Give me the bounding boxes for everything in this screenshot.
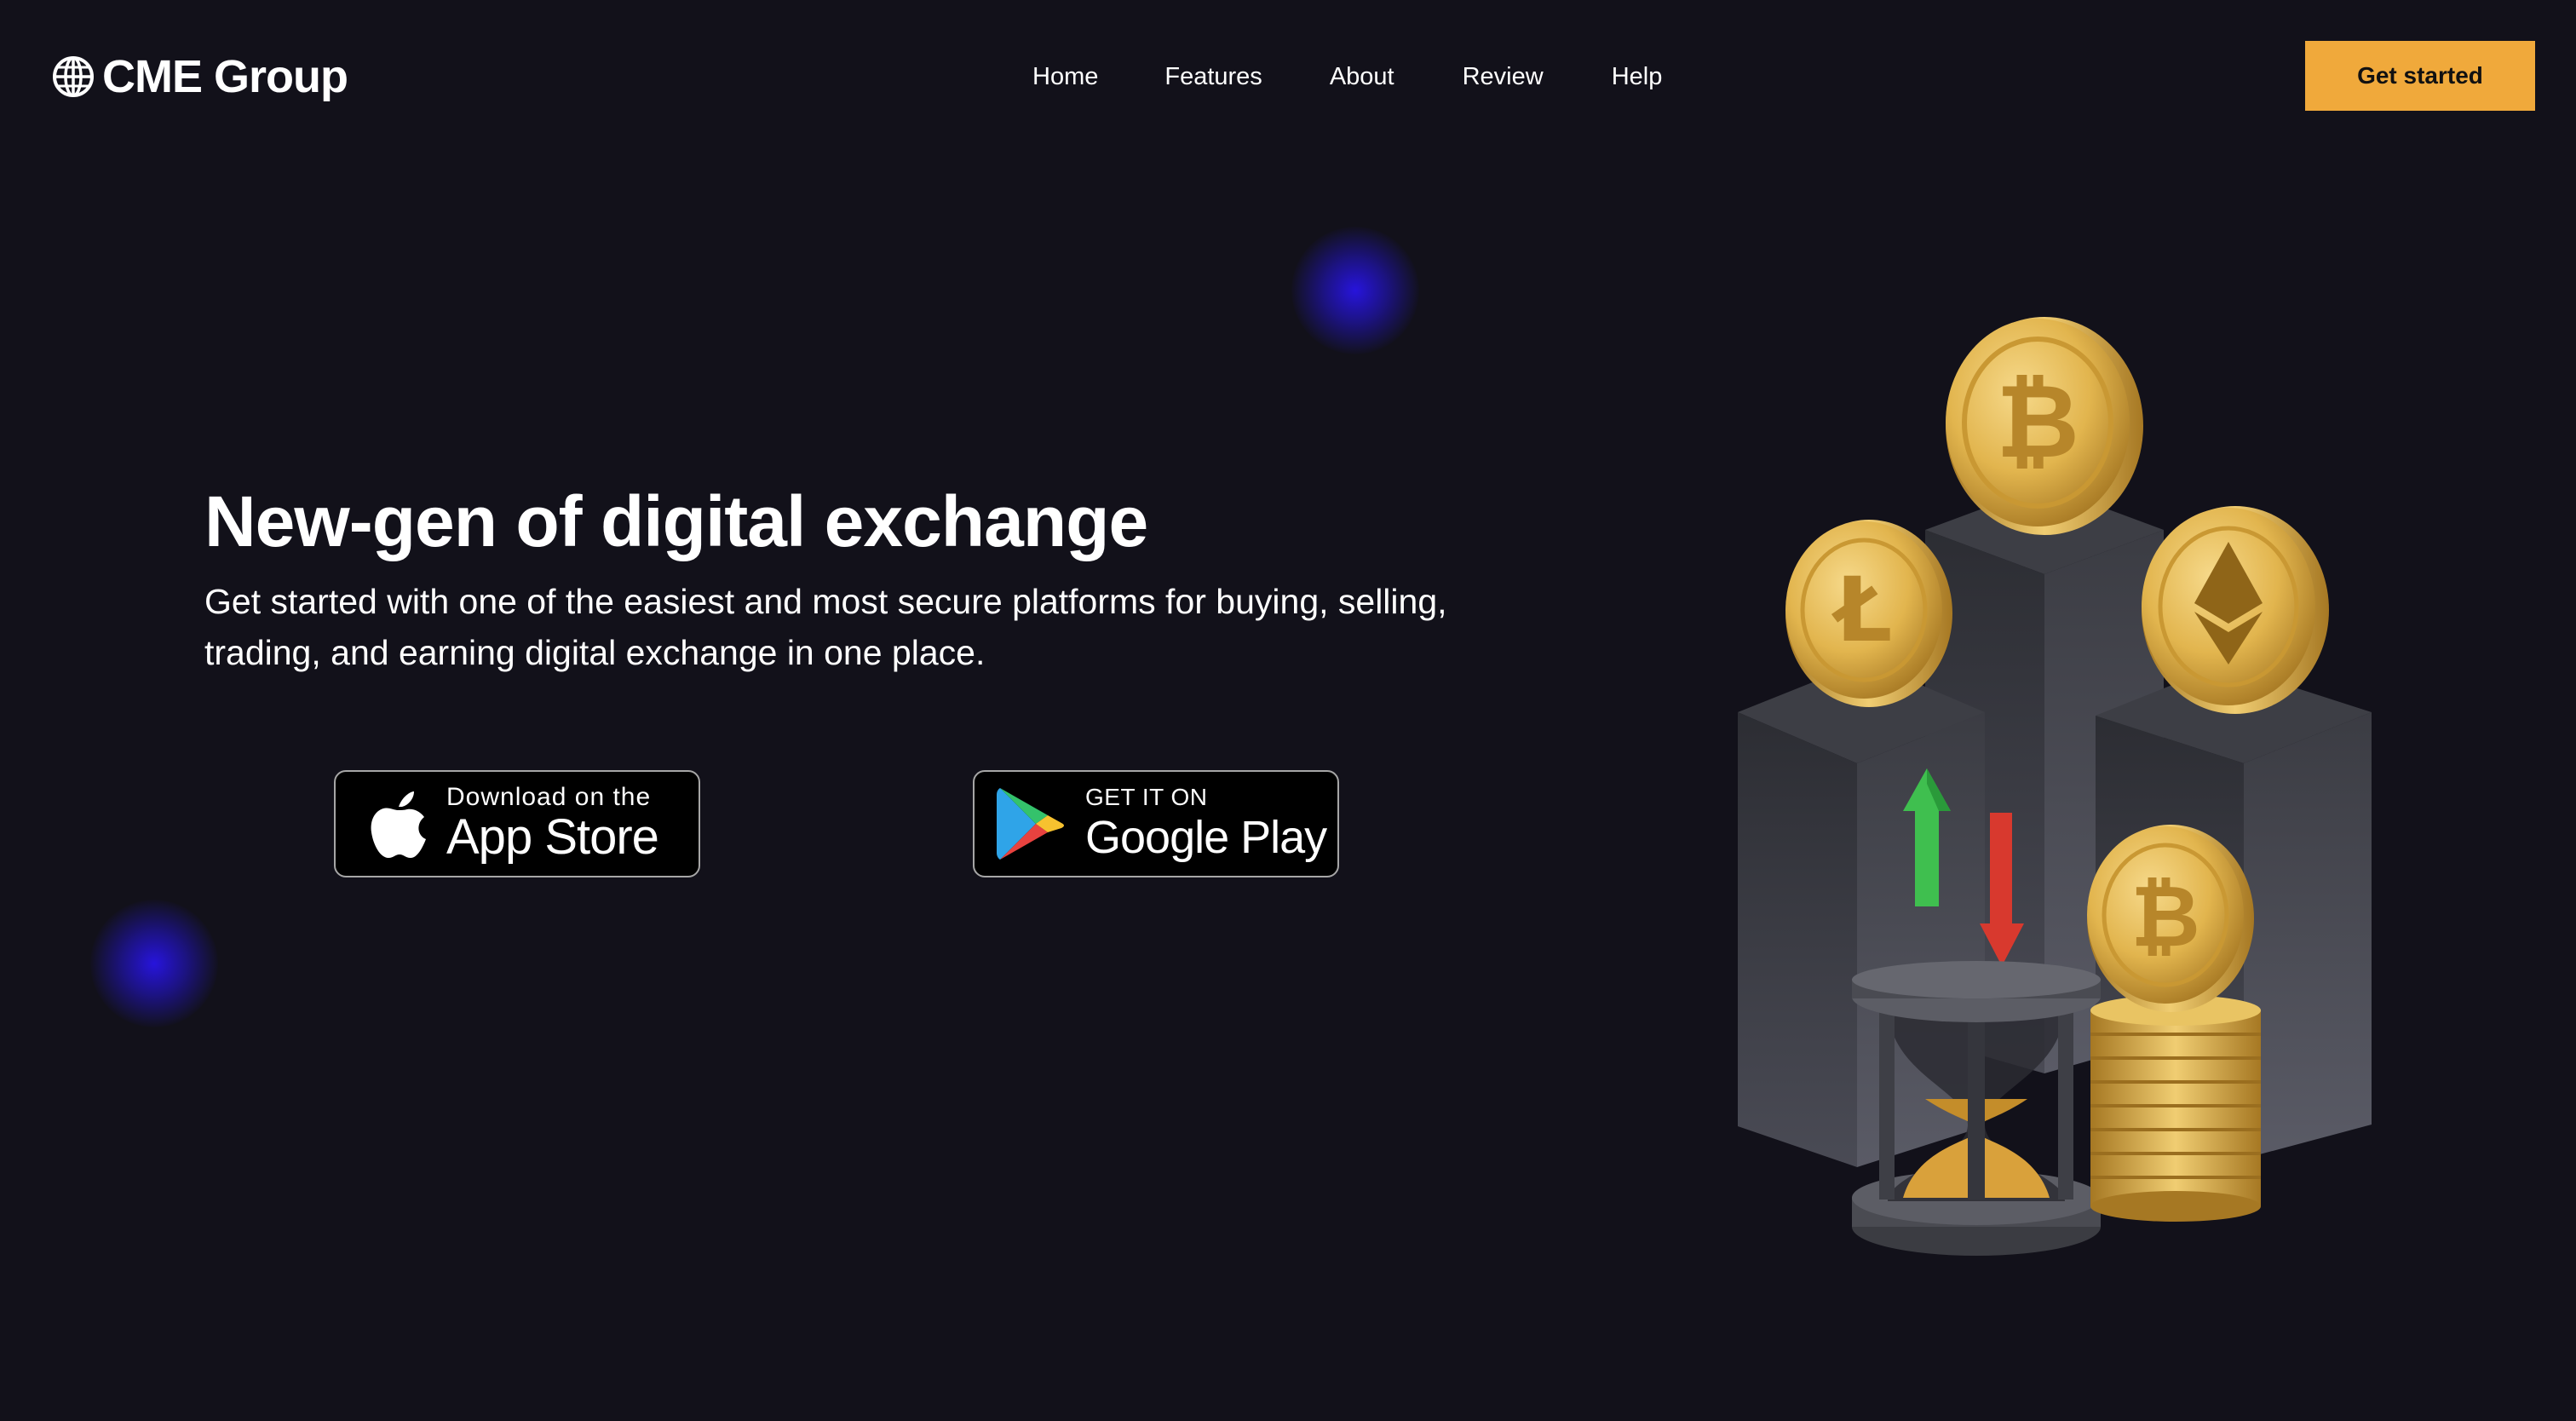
google-play-text: GET IT ON Google Play	[1085, 784, 1327, 864]
bitcoin-coin-icon: ₿	[1946, 317, 2143, 535]
bitcoin-coin-icon: ₿	[2087, 825, 2254, 1012]
hero-subtitle: Get started with one of the easiest and …	[204, 582, 1447, 672]
logo-text: CME Group	[102, 51, 348, 102]
app-store-text: Download on the App Store	[446, 783, 659, 865]
coin-stack-icon	[2090, 995, 2261, 1222]
ethereum-coin-icon	[2142, 506, 2329, 714]
hero-title: New-gen of digital exchange	[204, 481, 1148, 561]
svg-text:₿: ₿	[1996, 363, 2079, 481]
globe-icon	[53, 56, 94, 97]
blue-glow-decoration	[1291, 227, 1419, 354]
main-nav: Home Features About Review Help	[1032, 58, 1662, 95]
nav-item-help[interactable]: Help	[1612, 63, 1663, 91]
nav-item-about[interactable]: About	[1330, 63, 1394, 91]
landing-page: CME Group Home Features About Review Hel…	[0, 0, 2576, 1421]
nav-item-features[interactable]: Features	[1164, 63, 1262, 91]
hourglass-icon	[1852, 961, 2101, 1256]
nav-item-home[interactable]: Home	[1032, 63, 1098, 91]
blue-glow-decoration	[90, 900, 218, 1027]
crypto-illustration: ₿ Ł ₿	[1738, 317, 2372, 1256]
google-play-small-text: GET IT ON	[1085, 784, 1208, 810]
nav-item-review[interactable]: Review	[1463, 63, 1544, 91]
google-play-button[interactable]: GET IT ON Google Play	[973, 770, 1339, 877]
google-play-icon	[997, 788, 1064, 860]
svg-text:₿: ₿	[2130, 866, 2200, 966]
app-store-large-text: App Store	[446, 809, 659, 865]
google-play-large-text: Google Play	[1085, 812, 1327, 863]
litecoin-coin-icon: Ł	[1785, 520, 1952, 707]
app-store-button[interactable]: Download on the App Store	[334, 770, 700, 877]
app-store-small-text: Download on the	[446, 783, 652, 811]
apple-icon	[371, 791, 426, 858]
get-started-button[interactable]: Get started	[2305, 41, 2535, 111]
svg-text:Ł: Ł	[1831, 558, 1893, 662]
logo[interactable]: CME Group	[51, 46, 348, 107]
